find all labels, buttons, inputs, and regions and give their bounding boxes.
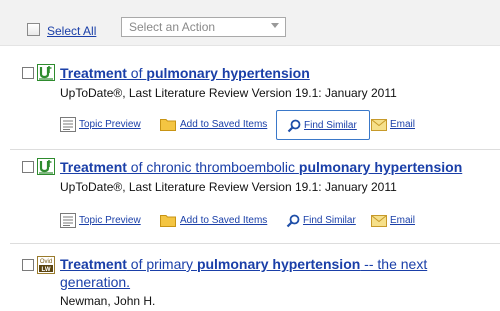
find-similar-link[interactable]: Find Similar [286, 210, 366, 232]
chevron-down-icon [271, 23, 279, 28]
action-dropdown[interactable]: Select an Action [121, 17, 286, 37]
magnifier-icon [287, 119, 301, 133]
result-actions: Topic Preview Add to Saved Items Find Si… [60, 210, 420, 232]
find-similar-link[interactable]: Find Similar [276, 110, 370, 140]
add-to-saved-items-link[interactable]: Add to Saved Items [160, 114, 275, 136]
topic-preview-icon [60, 117, 76, 132]
result-divider [10, 243, 500, 244]
result-title-link[interactable]: Treatment of pulmonary hypertension [60, 64, 310, 82]
select-all-checkbox[interactable] [27, 23, 40, 36]
topic-preview-icon [60, 213, 76, 228]
result-title-link[interactable]: Treatment of primary pulmonary hypertens… [60, 255, 470, 291]
folder-icon [160, 215, 176, 227]
result-meta: Newman, John H. [60, 294, 156, 308]
envelope-icon [371, 215, 387, 227]
result-checkbox[interactable] [22, 67, 34, 79]
email-link[interactable]: Email [371, 210, 419, 232]
folder-icon [160, 119, 176, 131]
uptodate-source-icon [37, 64, 55, 81]
topic-preview-link[interactable]: Topic Preview [60, 210, 150, 232]
result-checkbox[interactable] [22, 259, 34, 271]
result-meta: UpToDate®, Last Literature Review Versio… [60, 86, 397, 100]
result-meta: UpToDate®, Last Literature Review Versio… [60, 180, 397, 194]
result-divider [10, 149, 500, 150]
add-to-saved-items-link[interactable]: Add to Saved Items [160, 210, 275, 232]
ovid-source-icon: Ovid LW [37, 256, 55, 274]
email-link[interactable]: Email [371, 114, 419, 136]
select-all-link[interactable]: Select All [47, 24, 96, 38]
results-toolbar: Select All Select an Action [0, 0, 500, 46]
magnifier-icon [286, 214, 300, 228]
topic-preview-link[interactable]: Topic Preview [60, 114, 150, 136]
result-title-link[interactable]: Treatment of chronic thromboembolic pulm… [60, 158, 462, 176]
action-dropdown-value: Select an Action [129, 20, 216, 34]
uptodate-source-icon [37, 158, 55, 175]
result-actions: Topic Preview Add to Saved Items Find Si… [60, 110, 420, 140]
svg-text:Ovid: Ovid [40, 259, 52, 265]
result-checkbox[interactable] [22, 161, 34, 173]
envelope-icon [371, 119, 387, 131]
svg-text:LW: LW [42, 267, 51, 273]
